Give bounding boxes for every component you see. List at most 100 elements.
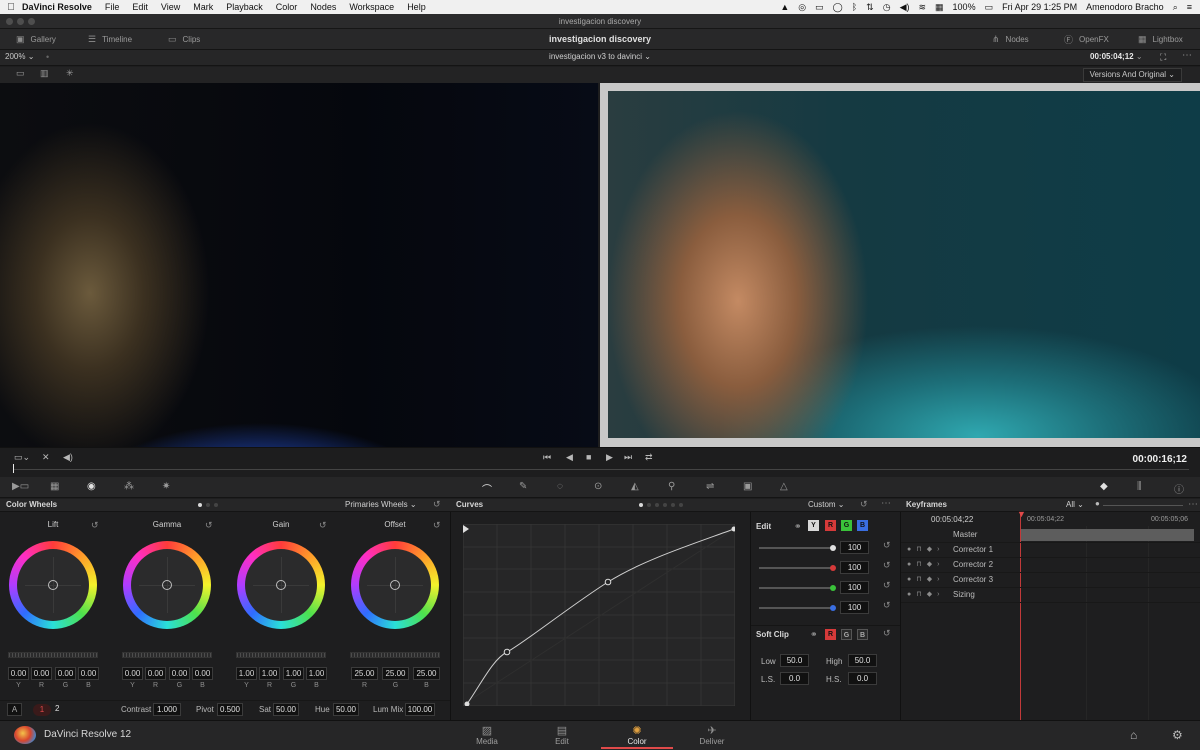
zoom-window-button[interactable] (28, 18, 35, 25)
chat-icon[interactable]: ◯ (833, 2, 843, 13)
intensity-b-knob[interactable] (830, 605, 836, 611)
track-controls-icon[interactable]: ●⊓◆› (907, 575, 944, 583)
lift-g-value[interactable]: 0.00 (55, 667, 76, 680)
magic-wand-icon[interactable]: ✳ (66, 68, 74, 79)
settings-gear-icon[interactable]: ⚙ (1172, 728, 1183, 742)
viewer-layout-icon[interactable]: ▭⌄ (14, 452, 30, 463)
channel-r-toggle[interactable]: R (825, 520, 836, 531)
gain-r-value[interactable]: 1.00 (259, 667, 280, 680)
intensity-b-value[interactable]: 100 (840, 601, 869, 614)
gamma-puck[interactable] (162, 580, 172, 590)
flag-icon[interactable]: ▦ (935, 2, 944, 13)
curves-reset-icon[interactable]: ↺ (860, 499, 868, 510)
link-icon[interactable]: ⚭ (794, 521, 802, 532)
lift-master-wheel[interactable] (8, 652, 98, 658)
menu-nodes[interactable]: Nodes (310, 2, 336, 12)
gain-puck[interactable] (276, 580, 286, 590)
volume-icon[interactable]: ◀) (900, 2, 910, 13)
lift-b-value[interactable]: 0.00 (78, 667, 99, 680)
stop-icon[interactable]: ■ (586, 452, 591, 462)
motion-effects-icon[interactable]: ✷ (162, 481, 170, 492)
home-icon[interactable]: ⌂ (1130, 728, 1137, 742)
curves-mode-dropdown[interactable]: Custom ⌄ (808, 500, 845, 509)
color-match-icon[interactable]: ▦ (50, 481, 59, 492)
gain-b-value[interactable]: 1.00 (306, 667, 327, 680)
offset-puck[interactable] (390, 580, 400, 590)
high-value[interactable]: 50.0 (848, 654, 877, 667)
sync-icon[interactable]: ⇅ (866, 2, 874, 13)
curve-point-1[interactable] (503, 648, 511, 656)
keyframe-track-corrector-1[interactable]: ●⊓◆› Corrector 1 (901, 543, 1200, 558)
intensity-r-value[interactable]: 100 (840, 561, 869, 574)
sizing-icon[interactable]: ⇌ (706, 481, 714, 492)
custom-curve-graph[interactable] (463, 524, 735, 706)
master-clip-bar[interactable] (1021, 529, 1194, 541)
viewer-original-image[interactable] (0, 83, 598, 447)
gamma-master-wheel[interactable] (122, 652, 212, 658)
page-deliver[interactable]: ✈ Deliver (676, 724, 748, 746)
keyframes-zoom-slider[interactable] (1103, 505, 1183, 506)
sat-value[interactable]: 50.00 (273, 703, 299, 716)
repeat-icon[interactable]: ⇄ (645, 452, 653, 463)
gain-reset-icon[interactable]: ↺ (319, 520, 327, 531)
gain-g-value[interactable]: 1.00 (283, 667, 304, 680)
channel-y-toggle[interactable]: Y (808, 520, 819, 531)
key-icon[interactable]: ⚲ (668, 481, 675, 492)
lum-mix-value[interactable]: 100.00 (405, 703, 435, 716)
keyframes-playhead-marker[interactable]: ▼ (1017, 509, 1026, 519)
menu-file[interactable]: File (105, 2, 120, 12)
soft-clip-b-toggle[interactable]: B (857, 629, 868, 640)
menu-playback[interactable]: Playback (226, 2, 263, 12)
lift-puck[interactable] (48, 580, 58, 590)
wheels-mode-dropdown[interactable]: Primaries Wheels ⌄ (345, 500, 417, 509)
keyframe-track-corrector-2[interactable]: ●⊓◆› Corrector 2 (901, 558, 1200, 573)
menu-edit[interactable]: Edit (132, 2, 148, 12)
gallery-button[interactable]: ▣ Gallery (16, 29, 56, 50)
keyframe-track-sizing[interactable]: ●⊓◆› Sizing (901, 588, 1200, 603)
page-media[interactable]: ▨ Media (451, 724, 523, 746)
play-icon[interactable]: ▶ (606, 452, 613, 463)
camera-raw-icon[interactable]: ▶▭ (12, 481, 29, 492)
gain-master-wheel[interactable] (236, 652, 326, 658)
stereo-3d-icon[interactable]: ▣ (743, 481, 752, 492)
notification-center-icon[interactable]: ≡ (1187, 2, 1192, 12)
menu-view[interactable]: View (161, 2, 180, 12)
intensity-g-reset-icon[interactable]: ↺ (883, 580, 891, 591)
wifi-icon[interactable]: ≋ (918, 2, 926, 13)
gain-y-value[interactable]: 1.00 (236, 667, 257, 680)
rgb-mixer-icon[interactable]: ⁂ (124, 481, 134, 492)
menubar-user[interactable]: Amenodoro Bracho (1086, 2, 1164, 12)
offset-reset-icon[interactable]: ↺ (433, 520, 441, 531)
keyframes-icon[interactable]: ◆ (1100, 481, 1108, 492)
intensity-r-slider[interactable] (759, 565, 836, 571)
close-window-button[interactable] (6, 18, 13, 25)
power-window-icon[interactable]: ◌ (557, 481, 563, 492)
split-viewer-icon[interactable]: ▥ (40, 68, 49, 79)
page-1-button[interactable]: 1 (33, 704, 51, 716)
reverse-play-icon[interactable]: ◀ (566, 452, 573, 463)
soft-clip-g-toggle[interactable]: G (841, 629, 852, 640)
menu-app[interactable]: DaVinci Resolve (22, 2, 92, 12)
menu-workspace[interactable]: Workspace (349, 2, 394, 12)
intensity-r-knob[interactable] (830, 565, 836, 571)
zoom-slider-knob[interactable]: ● (1095, 499, 1100, 508)
lightbox-button[interactable]: ▦ Lightbox (1138, 29, 1183, 50)
intensity-y-knob[interactable] (830, 545, 836, 551)
blur-icon[interactable]: ◭ (631, 481, 639, 492)
track-controls-icon[interactable]: ●⊓◆› (907, 590, 944, 598)
intensity-b-slider[interactable] (759, 605, 836, 611)
pivot-value[interactable]: 0.500 (217, 703, 243, 716)
clip-name-select[interactable]: investigacion v3 to davinci ⌄ (0, 52, 1200, 61)
nodes-button[interactable]: ⋔ Nodes (992, 29, 1029, 50)
info-icon[interactable]: ⓘ (1174, 481, 1184, 496)
volume-icon[interactable]: ◀) (63, 452, 73, 463)
gamma-wheel[interactable] (123, 541, 211, 629)
soft-clip-r-toggle[interactable]: R (825, 629, 836, 640)
spotlight-icon[interactable]: ⌕ (1173, 2, 1178, 13)
gamma-g-value[interactable]: 0.00 (169, 667, 190, 680)
minimize-window-button[interactable] (17, 18, 24, 25)
menu-mark[interactable]: Mark (193, 2, 213, 12)
scopes-icon[interactable]: ⫼ (1137, 481, 1142, 492)
page-edit[interactable]: ▤ Edit (526, 724, 598, 746)
soft-clip-reset-icon[interactable]: ↺ (883, 628, 891, 639)
